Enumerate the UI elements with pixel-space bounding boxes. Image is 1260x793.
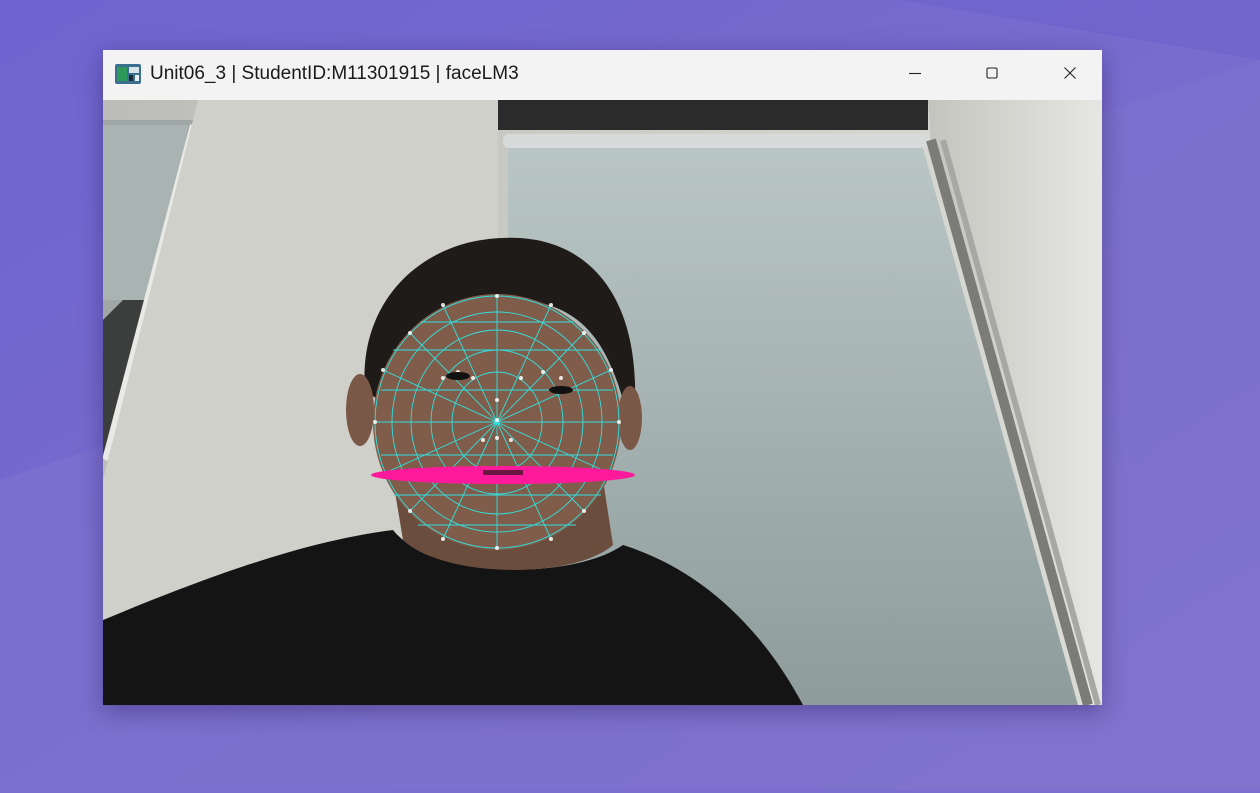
close-button[interactable] xyxy=(1040,50,1100,96)
maximize-button[interactable] xyxy=(962,50,1022,96)
title-bar[interactable]: Unit06_3 | StudentID:M11301915 | faceLM3 xyxy=(103,50,1102,100)
app-icon xyxy=(114,62,142,86)
app-window: Unit06_3 | StudentID:M11301915 | faceLM3 xyxy=(103,50,1102,705)
camera-frame-image xyxy=(103,100,1102,705)
window-title: Unit06_3 | StudentID:M11301915 | faceLM3 xyxy=(150,63,519,84)
minimize-icon xyxy=(909,72,921,75)
minimize-button[interactable] xyxy=(885,50,945,96)
maximize-icon xyxy=(986,67,998,79)
camera-feed xyxy=(103,100,1102,705)
close-icon xyxy=(1064,67,1076,79)
